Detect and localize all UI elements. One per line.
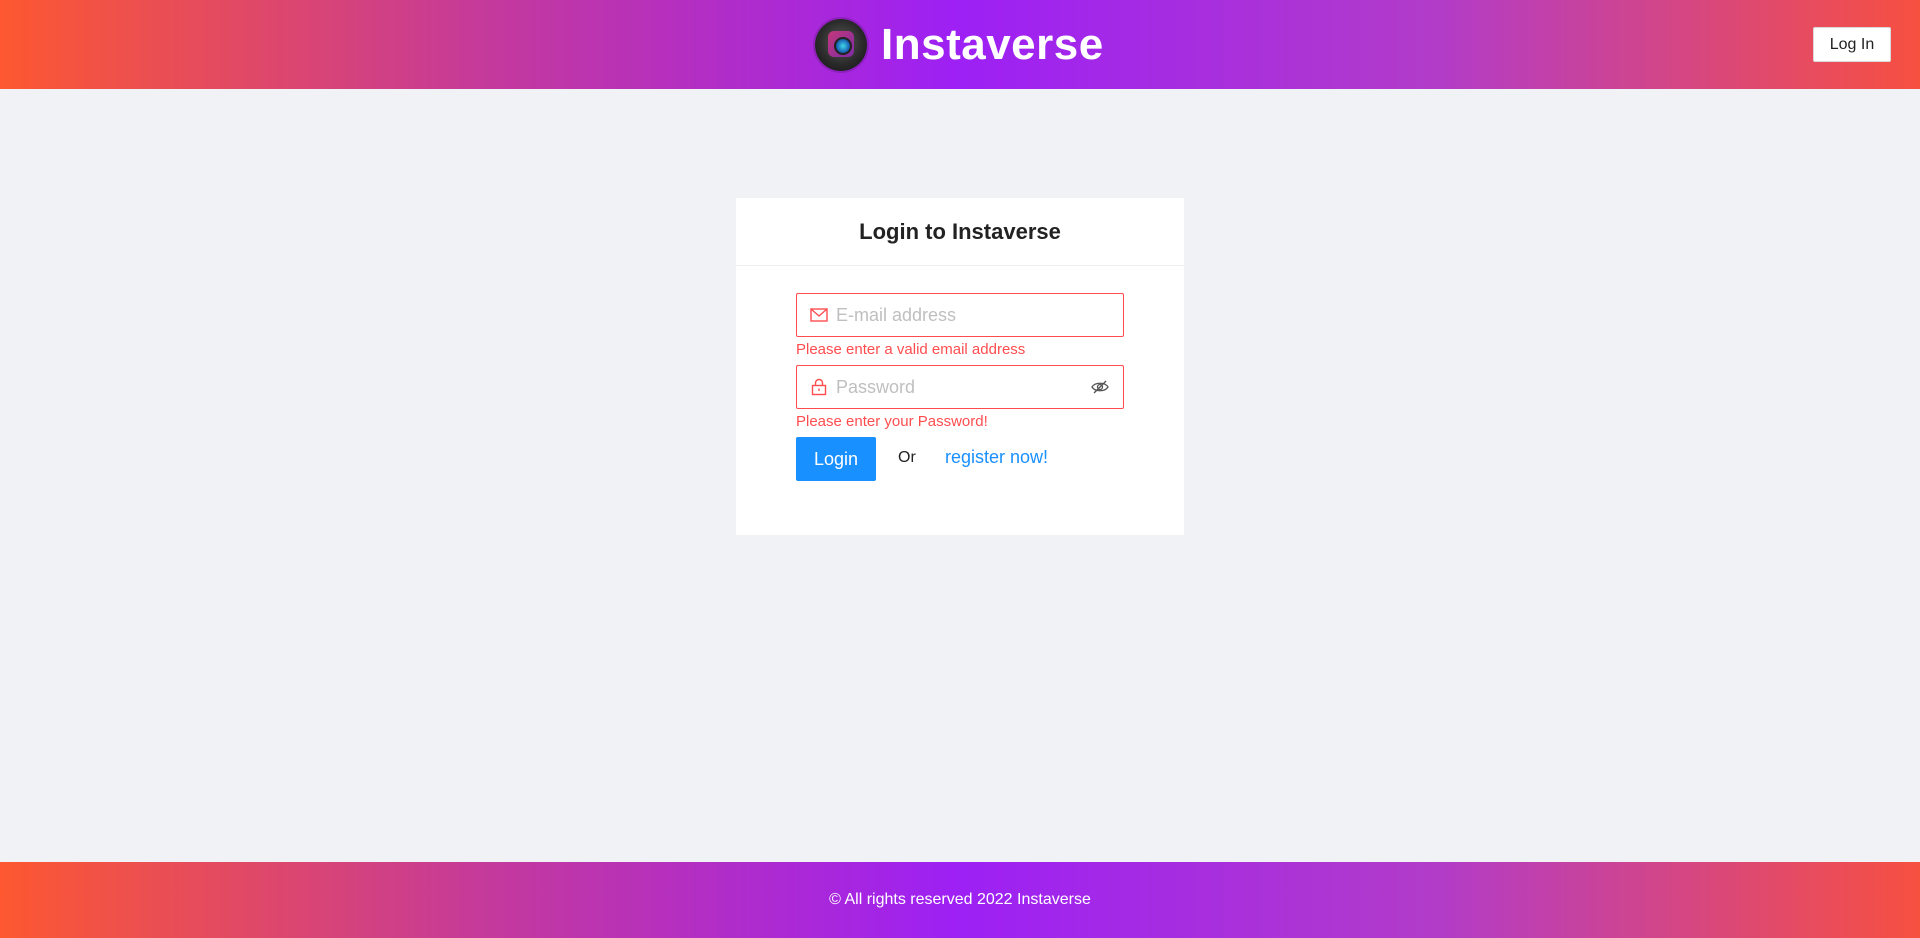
register-link[interactable]: register now! <box>945 447 1048 468</box>
top-header: Instaverse Log In <box>0 0 1920 89</box>
password-field[interactable] <box>796 365 1124 409</box>
footer-copyright: © All rights reserved 2022 Instaverse <box>829 891 1091 908</box>
email-input[interactable] <box>830 295 1123 335</box>
login-card: Login to Instaverse Please enter a valid… <box>736 198 1184 535</box>
brand-name: Instaverse <box>881 20 1104 69</box>
camera-logo-icon <box>815 19 867 71</box>
footer: © All rights reserved 2022 Instaverse <box>0 862 1920 938</box>
brand[interactable]: Instaverse <box>815 17 1104 73</box>
login-button[interactable]: Login <box>796 437 876 481</box>
lock-icon <box>808 376 830 398</box>
or-text: Or <box>898 449 916 466</box>
password-error: Please enter your Password! <box>796 413 988 430</box>
header-login-button[interactable]: Log In <box>1813 27 1891 62</box>
login-card-title: Login to Instaverse <box>736 198 1184 266</box>
email-error: Please enter a valid email address <box>796 341 1026 358</box>
password-input[interactable] <box>830 367 1089 407</box>
eye-invisible-icon[interactable] <box>1089 376 1111 398</box>
email-field[interactable] <box>796 293 1124 337</box>
mail-icon <box>808 304 830 326</box>
